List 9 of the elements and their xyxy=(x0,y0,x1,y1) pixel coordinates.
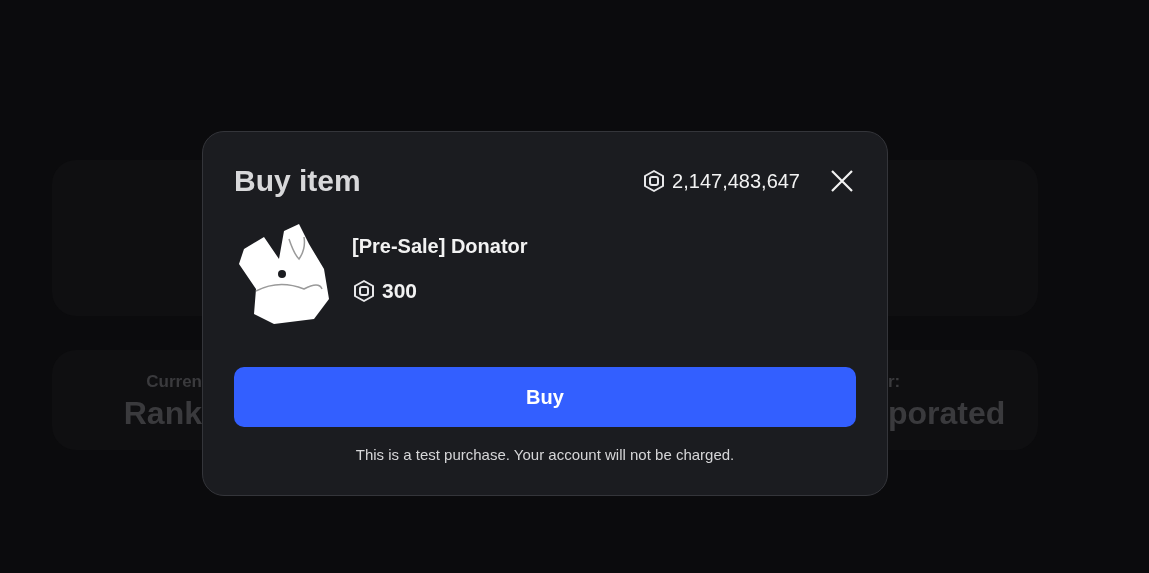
currency-icon xyxy=(642,168,667,193)
currency-icon xyxy=(352,279,376,303)
buy-button[interactable]: Buy xyxy=(234,367,856,427)
dialog-title: Buy item xyxy=(234,163,361,199)
test-purchase-note: This is a test purchase. Your account will not be charged. xyxy=(354,445,736,465)
close-icon xyxy=(830,168,854,193)
item-name: [Pre-Sale] Donator xyxy=(352,234,528,260)
balance-amount: 2,147,483,647 xyxy=(672,168,800,194)
item-price: 300 xyxy=(382,278,418,305)
